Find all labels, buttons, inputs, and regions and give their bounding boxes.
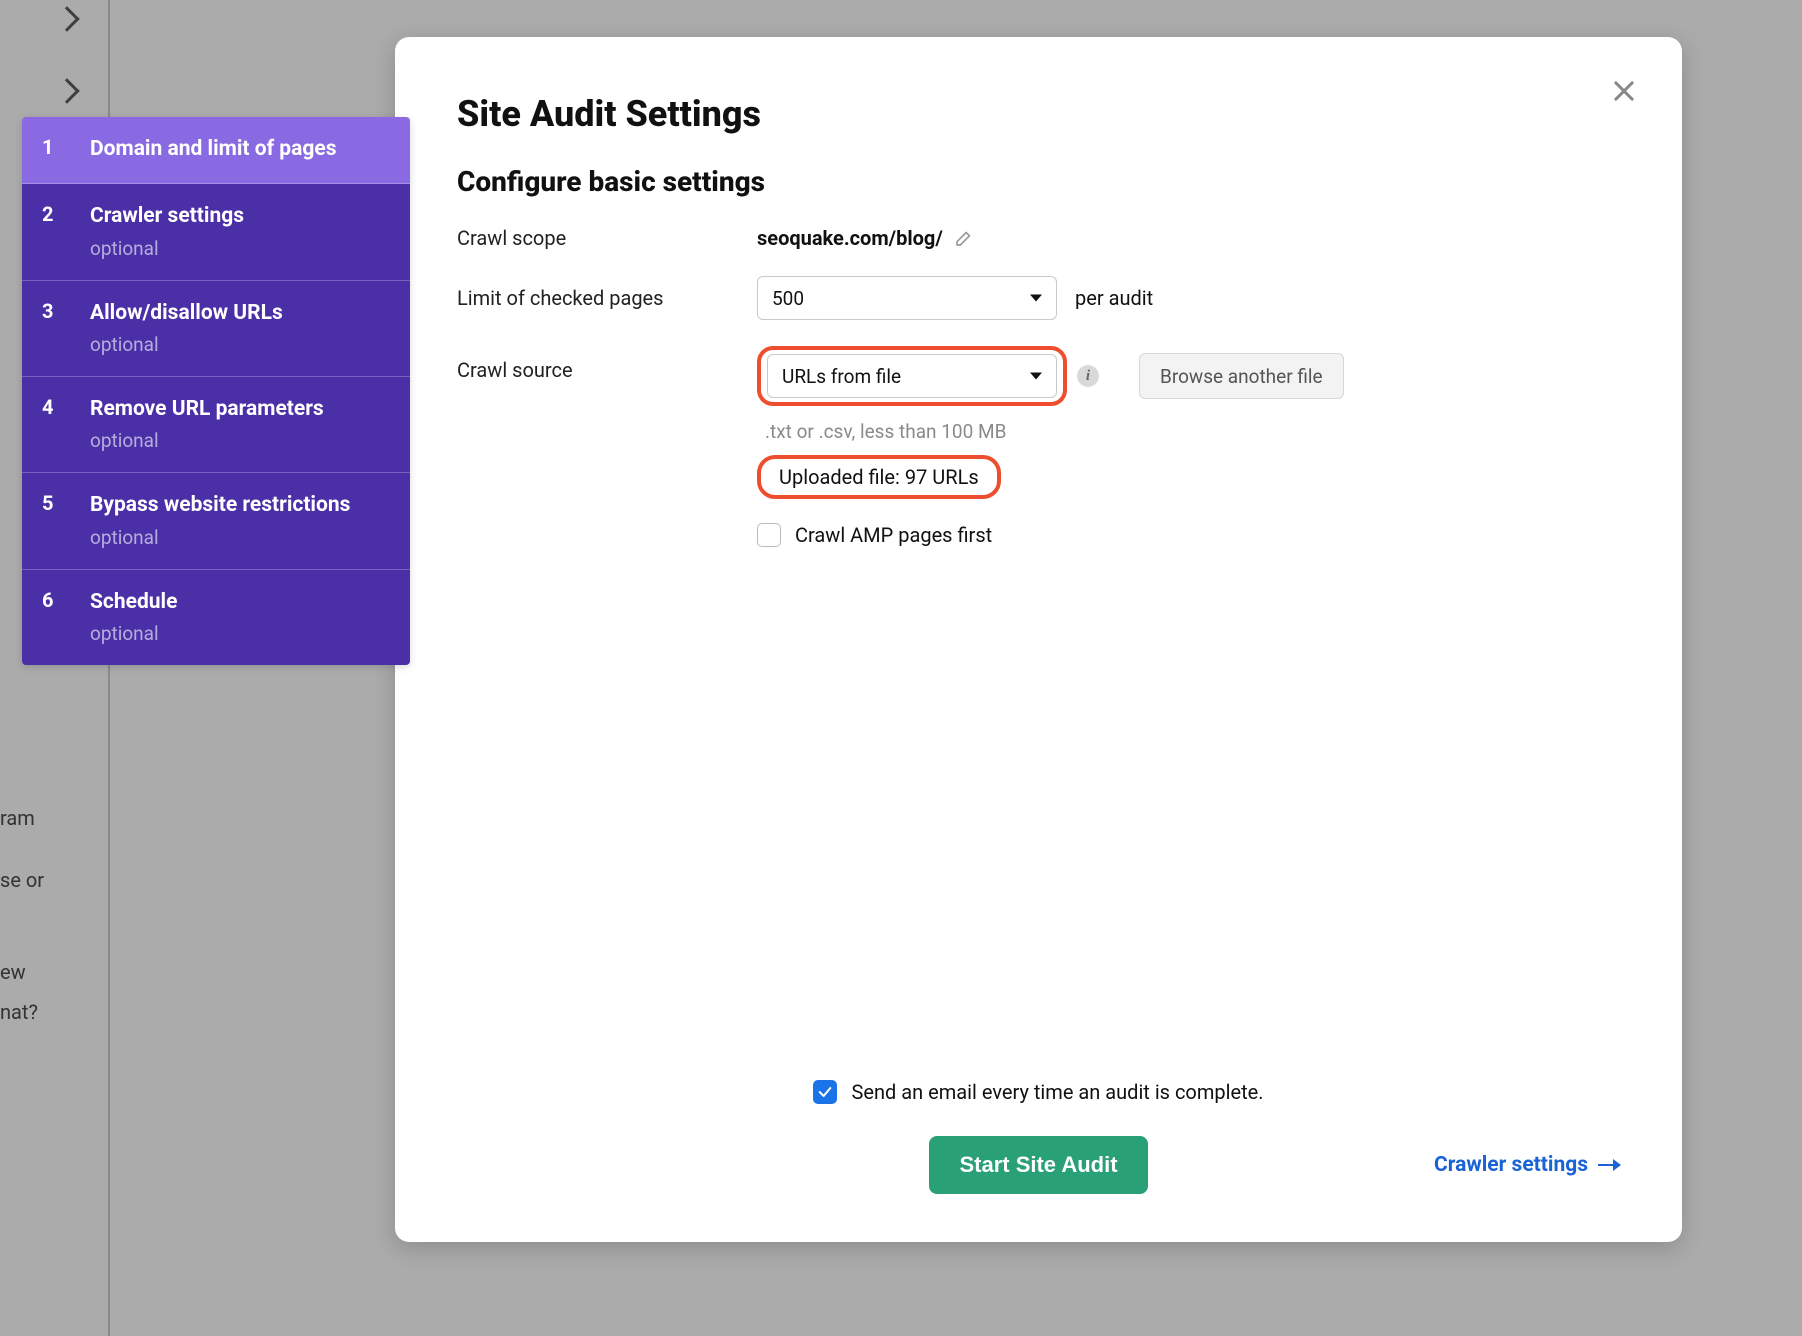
crawler-settings-link[interactable]: Crawler settings	[1434, 1153, 1620, 1177]
email-notify-checkbox[interactable]	[813, 1080, 837, 1104]
amp-label: Crawl AMP pages first	[795, 523, 992, 547]
highlight-uploaded-file: Uploaded file: 97 URLs	[757, 455, 1001, 499]
chevron-down-icon	[1030, 295, 1042, 302]
section-heading: Configure basic settings	[457, 165, 1620, 198]
chevron-down-icon	[1030, 373, 1042, 380]
step-label: Bypass website restrictions	[90, 491, 390, 519]
amp-row: Crawl AMP pages first	[757, 523, 1344, 547]
row-limit-pages: Limit of checked pages 500 per audit	[457, 276, 1620, 320]
step-number: 2	[42, 202, 90, 259]
check-icon	[817, 1084, 833, 1100]
source-label: Crawl source	[457, 346, 757, 382]
email-label: Send an email every time an audit is com…	[851, 1080, 1263, 1104]
crawl-amp-checkbox[interactable]	[757, 523, 781, 547]
step-number: 6	[42, 588, 90, 645]
step-label: Schedule	[90, 588, 390, 616]
step-sublabel: optional	[90, 333, 390, 356]
pencil-icon	[952, 230, 972, 250]
wizard-step-remove-params[interactable]: 4 Remove URL parameters optional	[22, 377, 410, 473]
wizard-step-schedule[interactable]: 6 Schedule optional	[22, 570, 410, 665]
row-crawl-source: Crawl source URLs from file i Browse ano…	[457, 346, 1620, 547]
wizard-steps: 1 Domain and limit of pages 2 Crawler se…	[22, 117, 410, 665]
step-label: Domain and limit of pages	[90, 135, 390, 163]
next-label: Crawler settings	[1434, 1153, 1588, 1177]
wizard-step-allow-disallow[interactable]: 3 Allow/disallow URLs optional	[22, 281, 410, 377]
step-sublabel: optional	[90, 237, 390, 260]
modal-title: Site Audit Settings	[457, 93, 1620, 135]
email-row: Send an email every time an audit is com…	[457, 1080, 1620, 1104]
limit-label: Limit of checked pages	[457, 286, 757, 310]
crawl-scope-label: Crawl scope	[457, 226, 757, 250]
wizard-step-crawler-settings[interactable]: 2 Crawler settings optional	[22, 184, 410, 280]
step-sublabel: optional	[90, 429, 390, 452]
arrow-right-icon	[1598, 1164, 1620, 1166]
wizard-step-bypass-restrictions[interactable]: 5 Bypass website restrictions optional	[22, 473, 410, 569]
crawl-source-select[interactable]: URLs from file	[767, 354, 1057, 398]
close-icon	[1610, 77, 1638, 105]
modal-footer: Send an email every time an audit is com…	[457, 1080, 1620, 1194]
highlight-crawl-source: URLs from file	[757, 346, 1067, 406]
step-label: Remove URL parameters	[90, 395, 390, 423]
step-number: 4	[42, 395, 90, 452]
site-audit-settings-modal: Site Audit Settings Configure basic sett…	[395, 37, 1682, 1242]
step-number: 3	[42, 299, 90, 356]
uploaded-file-text: Uploaded file: 97 URLs	[779, 465, 979, 489]
step-number: 5	[42, 491, 90, 548]
edit-crawl-scope-button[interactable]	[952, 230, 972, 250]
limit-value: 500	[772, 287, 804, 310]
step-sublabel: optional	[90, 622, 390, 645]
close-button[interactable]	[1604, 71, 1644, 111]
crawl-scope-value: seoquake.com/blog/	[757, 226, 943, 250]
step-number: 1	[42, 135, 90, 163]
step-label: Crawler settings	[90, 202, 390, 230]
step-sublabel: optional	[90, 526, 390, 549]
limit-suffix: per audit	[1075, 286, 1153, 310]
limit-select[interactable]: 500	[757, 276, 1057, 320]
file-hint-text: .txt or .csv, less than 100 MB	[757, 420, 1344, 443]
info-icon[interactable]: i	[1077, 365, 1099, 387]
row-crawl-scope: Crawl scope seoquake.com/blog/	[457, 226, 1620, 250]
start-site-audit-button[interactable]: Start Site Audit	[929, 1136, 1147, 1194]
step-label: Allow/disallow URLs	[90, 299, 390, 327]
browse-file-button[interactable]: Browse another file	[1139, 353, 1344, 399]
source-value: URLs from file	[782, 365, 901, 388]
wizard-step-domain-limit[interactable]: 1 Domain and limit of pages	[22, 117, 410, 184]
start-label: Start Site Audit	[959, 1152, 1117, 1177]
browse-label: Browse another file	[1160, 365, 1323, 388]
action-row: Start Site Audit Crawler settings	[457, 1136, 1620, 1194]
